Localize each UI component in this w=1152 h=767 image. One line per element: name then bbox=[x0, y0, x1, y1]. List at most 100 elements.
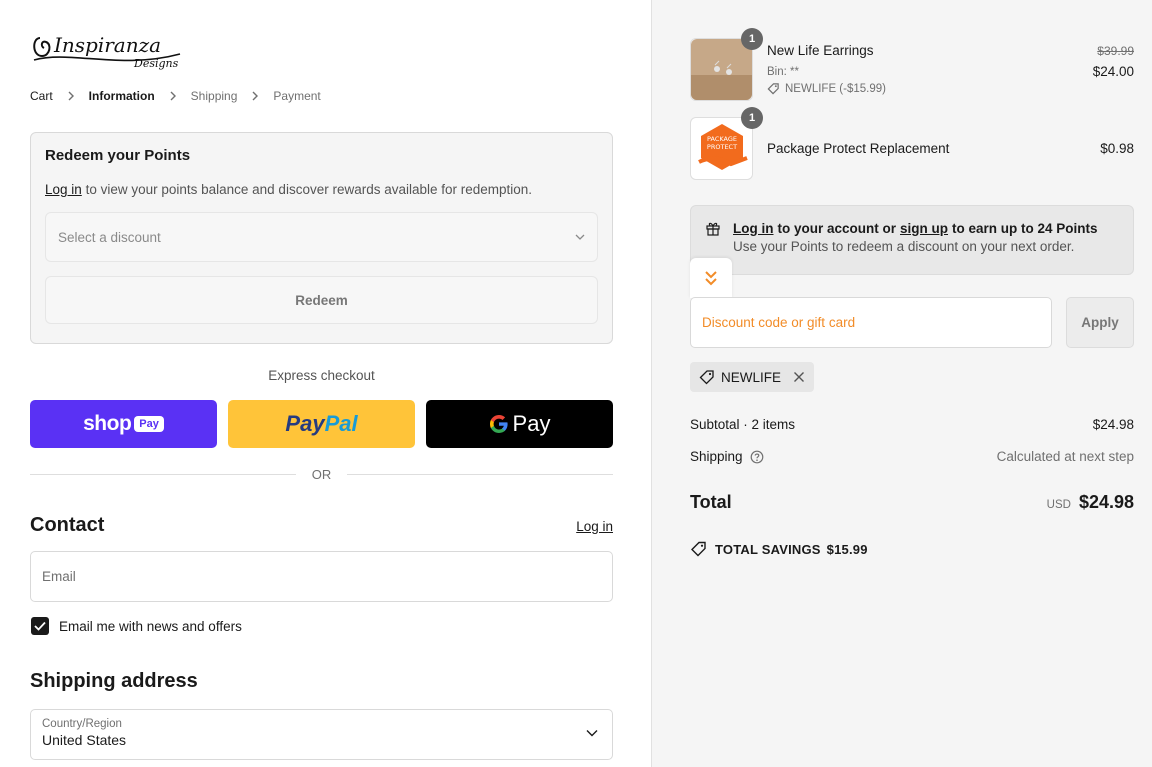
svg-text:PROTECT: PROTECT bbox=[707, 143, 737, 151]
paypal-wordmark: PayPal bbox=[285, 411, 358, 436]
email-placeholder: Email bbox=[42, 569, 76, 584]
select-discount-placeholder: Select a discount bbox=[58, 229, 161, 245]
total-savings-value: $15.99 bbox=[826, 541, 868, 557]
breadcrumb-payment: Payment bbox=[273, 89, 321, 103]
tag-icon bbox=[767, 83, 779, 95]
points-login-link[interactable]: Log in bbox=[45, 182, 82, 197]
earn-signup-link[interactable]: sign up bbox=[900, 221, 948, 236]
discounted-price: $24.00 bbox=[1092, 64, 1134, 79]
gift-icon bbox=[706, 222, 720, 236]
line-item-discount: NEWLIFE (-$15.99) bbox=[767, 82, 1093, 95]
savings-tag-icon bbox=[691, 541, 706, 557]
chevron-down-icon bbox=[586, 730, 598, 737]
quantity-badge: 1 bbox=[741, 28, 763, 50]
shop-pay-wordmark: shop bbox=[83, 412, 132, 435]
product-thumbnail: PACKAGE PROTECT 1 bbox=[690, 107, 763, 180]
total-label: Total bbox=[690, 492, 732, 512]
discount-code-input[interactable]: Discount code or gift card bbox=[690, 297, 1052, 348]
earn-points-line: Log in to your account or sign up to ear… bbox=[705, 220, 1119, 236]
total-amount: $24.98 bbox=[1078, 492, 1134, 512]
country-select[interactable]: Country/Region United States bbox=[30, 709, 613, 760]
order-summary: 1 New Life Earrings Bin: ** NEWLIFE (-$1… bbox=[651, 0, 1152, 767]
svg-text:Designs: Designs bbox=[133, 57, 179, 70]
svg-text:PACKAGE: PACKAGE bbox=[707, 135, 737, 143]
divider-line bbox=[347, 474, 613, 475]
shop-pay-button[interactable]: shop Pay bbox=[30, 400, 217, 448]
total-savings-row: TOTAL SAVINGS $15.99 bbox=[690, 540, 868, 558]
discount-code-placeholder: Discount code or gift card bbox=[702, 315, 856, 330]
shipping-row: Shipping Calculated at next step bbox=[690, 449, 1134, 464]
brand-logo-graphic: Inspiranza Designs bbox=[33, 33, 181, 70]
newsletter-checkbox[interactable] bbox=[31, 617, 49, 635]
package-protect-image: PACKAGE PROTECT bbox=[691, 118, 752, 179]
email-field[interactable]: Email bbox=[30, 551, 613, 602]
chevron-right-icon bbox=[252, 91, 259, 101]
product-price: $0.98 bbox=[1100, 141, 1134, 156]
checkout-main: Inspiranza Designs Cart Information Ship… bbox=[0, 0, 651, 767]
redeem-points-description: Log in to view your points balance and d… bbox=[45, 182, 598, 197]
redeem-points-panel: Redeem your Points Log in to view your p… bbox=[30, 132, 613, 344]
double-chevron-down-icon bbox=[705, 271, 717, 286]
contact-login-link[interactable]: Log in bbox=[576, 519, 613, 534]
product-thumbnail: 1 bbox=[690, 28, 763, 101]
earn-login-link[interactable]: Log in bbox=[733, 221, 774, 236]
or-label: OR bbox=[311, 467, 332, 482]
redeem-points-title: Redeem your Points bbox=[45, 147, 191, 164]
total-savings-label: TOTAL SAVINGS bbox=[715, 541, 821, 557]
newsletter-label: Email me with news and offers bbox=[59, 618, 242, 634]
close-icon bbox=[794, 372, 805, 382]
shipping-value: Calculated at next step bbox=[996, 449, 1134, 464]
newsletter-option[interactable]: Email me with news and offers bbox=[31, 617, 242, 635]
divider-line bbox=[30, 474, 296, 475]
or-divider: OR bbox=[30, 467, 613, 482]
select-discount-dropdown[interactable]: Select a discount bbox=[45, 212, 598, 262]
breadcrumb-shipping: Shipping bbox=[190, 89, 238, 103]
google-pay-button[interactable]: Pay bbox=[426, 400, 613, 448]
shipping-address-heading: Shipping address bbox=[30, 670, 198, 692]
express-checkout-buttons: shop Pay PayPal Pay bbox=[30, 400, 613, 448]
applied-discount-tag: NEWLIFE bbox=[690, 362, 815, 392]
tag-icon bbox=[699, 370, 714, 385]
total-currency: USD bbox=[1046, 499, 1071, 511]
chevron-right-icon bbox=[170, 91, 176, 101]
brand-logo[interactable]: Inspiranza Designs bbox=[30, 30, 190, 72]
points-description-text: to view your points balance and discover… bbox=[85, 182, 533, 197]
total-row: Total USD $24.98 bbox=[690, 492, 1134, 513]
express-checkout-label: Express checkout bbox=[268, 368, 375, 383]
breadcrumb: Cart Information Shipping Payment bbox=[30, 89, 321, 103]
expand-rewards-toggle[interactable] bbox=[690, 258, 732, 298]
breadcrumb-cart[interactable]: Cart bbox=[30, 89, 53, 103]
line-item: PACKAGE PROTECT 1 Package Protect Replac… bbox=[690, 107, 1134, 180]
earrings-image bbox=[691, 39, 752, 100]
remove-discount-button[interactable] bbox=[793, 371, 805, 383]
shop-pay-badge: Pay bbox=[134, 416, 164, 432]
help-icon[interactable] bbox=[750, 450, 764, 464]
contact-heading: Contact bbox=[30, 514, 105, 536]
country-label: Country/Region bbox=[42, 718, 122, 730]
paypal-button[interactable]: PayPal bbox=[228, 400, 415, 448]
product-name: New Life Earrings bbox=[767, 43, 874, 58]
quantity-badge: 1 bbox=[741, 107, 763, 129]
google-pay-wordmark: Pay bbox=[512, 411, 551, 436]
subtotal-value: $24.98 bbox=[1092, 417, 1134, 432]
google-g-icon bbox=[489, 415, 508, 433]
line-item-details: Package Protect Replacement bbox=[767, 117, 1100, 156]
country-value: United States bbox=[42, 732, 127, 748]
earn-points-subtext: Use your Points to redeem a discount on … bbox=[733, 239, 1075, 254]
product-variant: Bin: ** bbox=[767, 66, 799, 78]
earn-points-banner: Log in to your account or sign up to ear… bbox=[690, 205, 1134, 275]
checkmark-icon bbox=[34, 621, 46, 631]
applied-discount-code: NEWLIFE bbox=[721, 369, 782, 385]
product-name: Package Protect Replacement bbox=[767, 141, 950, 156]
chevron-down-icon bbox=[575, 234, 585, 240]
redeem-button[interactable]: Redeem bbox=[45, 276, 598, 324]
shipping-label: Shipping bbox=[690, 449, 743, 464]
subtotal-label: Subtotal · 2 items bbox=[690, 417, 796, 432]
line-item: 1 New Life Earrings Bin: ** NEWLIFE (-$1… bbox=[690, 28, 1134, 101]
chevron-right-icon bbox=[68, 91, 74, 101]
original-price: $39.99 bbox=[1097, 44, 1134, 58]
line-item-price: $0.98 bbox=[1100, 141, 1134, 156]
subtotal-row: Subtotal · 2 items $24.98 bbox=[690, 417, 1134, 432]
apply-discount-button[interactable]: Apply bbox=[1066, 297, 1134, 348]
breadcrumb-information: Information bbox=[88, 89, 155, 103]
